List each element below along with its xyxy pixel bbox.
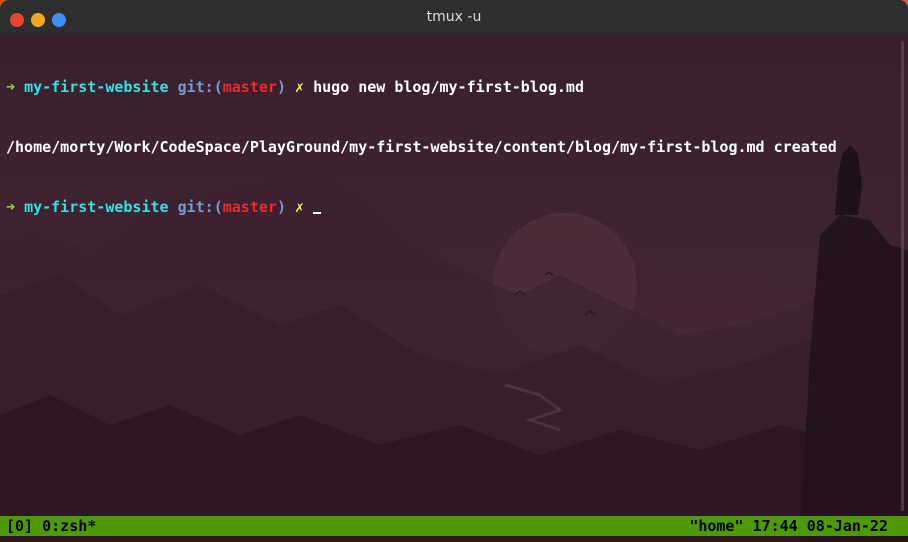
terminal-output: ➜ my-first-website git:(master) ✗ hugo n… — [6, 37, 898, 257]
host-label: "home" — [689, 517, 744, 535]
prompt-directory: my-first-website — [24, 198, 169, 216]
prompt-line: ➜ my-first-website git:(master) ✗ hugo n… — [6, 77, 898, 97]
git-suffix: ) — [276, 78, 286, 96]
text-cursor[interactable] — [313, 212, 322, 214]
terminal-pane[interactable]: ➜ my-first-website git:(master) ✗ hugo n… — [0, 35, 908, 542]
prompt-directory: my-first-website — [24, 78, 169, 96]
git-prefix: git:( — [177, 78, 223, 96]
git-suffix: ) — [276, 198, 286, 216]
tmux-status-bar: [0] 0:zsh* "home" 17:44 08-Jan-22 — [0, 516, 908, 536]
output-line: /home/morty/Work/CodeSpace/PlayGround/my… — [6, 137, 898, 157]
dirty-mark: ✗ — [295, 78, 305, 96]
clock-time: 17:44 — [752, 517, 798, 535]
dirty-mark: ✗ — [295, 198, 305, 216]
terminal-window: tmux -u ➜ my-first-website git:(master) … — [0, 0, 908, 542]
prompt-arrow: ➜ — [6, 78, 16, 96]
title-bar[interactable]: tmux -u — [0, 0, 908, 35]
session-window-label[interactable]: [0] 0:zsh* — [6, 516, 96, 536]
git-prefix: git:( — [177, 198, 223, 216]
command-text: hugo new blog/my-first-blog.md — [313, 78, 584, 96]
prompt-line[interactable]: ➜ my-first-website git:(master) ✗ — [6, 197, 898, 217]
output-text: /home/morty/Work/CodeSpace/PlayGround/my… — [6, 138, 837, 156]
prompt-arrow: ➜ — [6, 198, 16, 216]
window-title: tmux -u — [426, 9, 482, 25]
status-right: "home" 17:44 08-Jan-22 — [689, 516, 888, 536]
git-branch: master — [222, 78, 277, 96]
scrollbar[interactable] — [901, 41, 904, 511]
clock-date: 08-Jan-22 — [806, 517, 888, 535]
git-branch: master — [222, 198, 277, 216]
